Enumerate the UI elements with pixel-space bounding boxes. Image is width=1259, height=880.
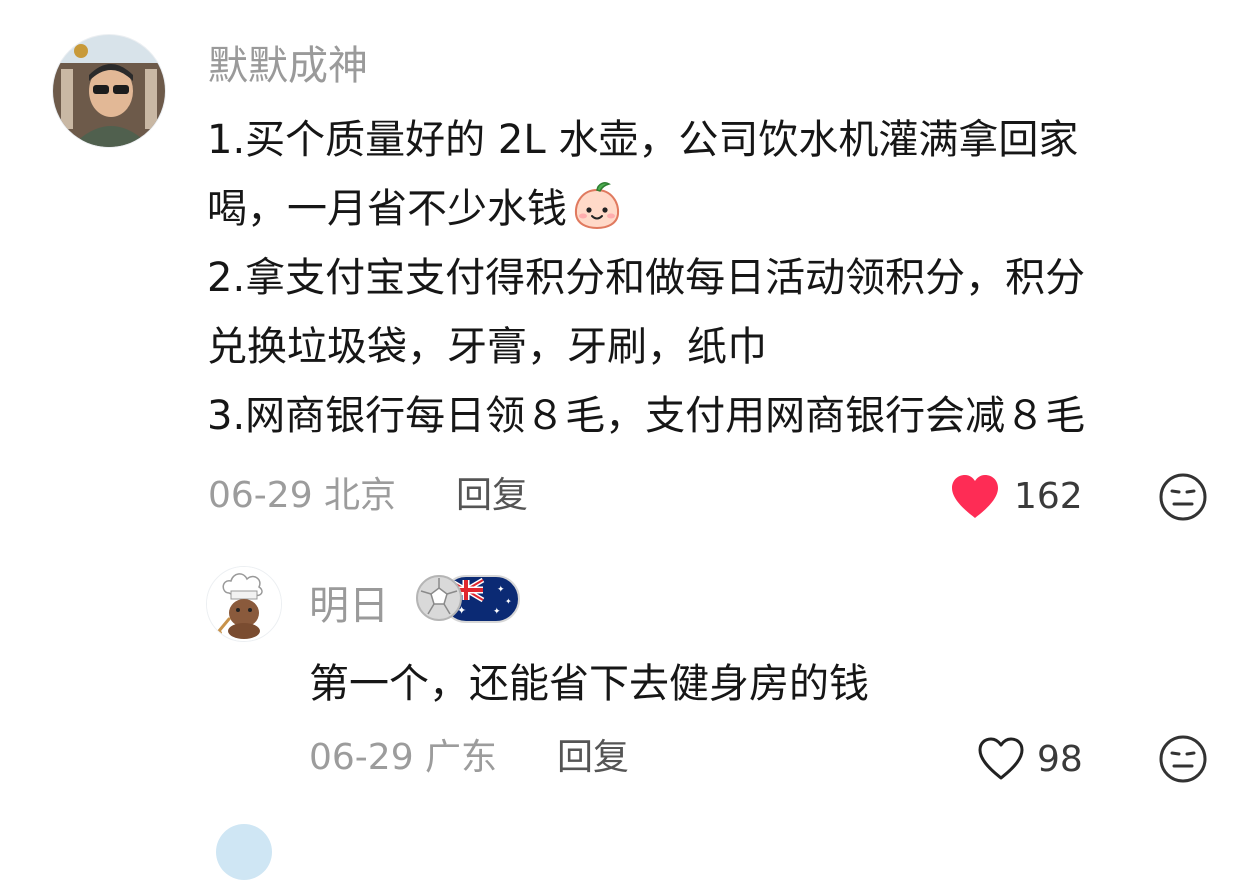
- reply-reply-button[interactable]: 回复: [557, 740, 629, 776]
- reply-button[interactable]: 回复: [456, 478, 528, 514]
- reply-text: 第一个，还能省下去健身房的钱: [309, 661, 869, 707]
- heart-filled-icon[interactable]: [950, 474, 1000, 520]
- soccer-australia-badge-icon: ✦ ✦ ✦ ✦: [413, 568, 521, 632]
- comment-line: 兑换垃圾袋，牙膏，牙刷，纸巾: [207, 324, 767, 370]
- svg-text:✦: ✦: [497, 585, 505, 595]
- comment-line: 1.买个质量好的 2L 水壶，公司饮水机灌满拿回家: [207, 117, 1079, 163]
- svg-text:✦: ✦: [493, 607, 501, 617]
- comment-body: 1.买个质量好的 2L 水壶，公司饮水机灌满拿回家 喝，一月省不少水钱 2.拿支…: [207, 106, 1085, 451]
- next-reply-avatar[interactable]: [216, 824, 272, 880]
- comment-line: 2.拿支付宝支付得积分和做每日活动领积分，积分: [207, 255, 1086, 301]
- meh-face-icon[interactable]: [1158, 472, 1208, 522]
- comment-line: 3.网商银行每日领８毛，支付用网商银行会减８毛: [207, 393, 1086, 439]
- reply-avatar[interactable]: [206, 566, 282, 642]
- like-count: 162: [1014, 476, 1083, 517]
- svg-text:✦: ✦: [505, 597, 512, 606]
- reply-author-name[interactable]: 明日: [309, 586, 389, 626]
- author-name[interactable]: 默默成神: [208, 46, 368, 86]
- comment-line: 喝，一月省不少水钱: [207, 186, 567, 232]
- reply-like-count: 98: [1037, 739, 1083, 780]
- meh-face-icon[interactable]: [1158, 734, 1208, 784]
- date-location: 06-29 北京: [208, 475, 397, 516]
- reply-date-location: 06-29 广东: [309, 737, 498, 778]
- peach-face-emoji-icon: [571, 178, 623, 230]
- heart-outline-icon[interactable]: [976, 736, 1026, 782]
- avatar[interactable]: [52, 34, 166, 148]
- comment-line-with-emoji: 喝，一月省不少水钱: [207, 175, 1085, 244]
